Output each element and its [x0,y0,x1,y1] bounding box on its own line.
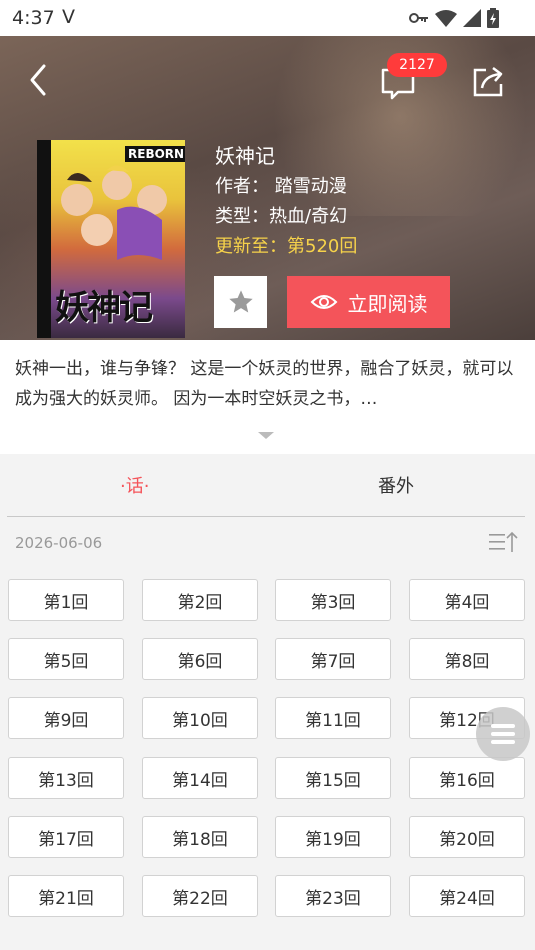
status-icons [409,8,499,28]
episode-button[interactable]: 第6回 [142,638,258,680]
episode-button[interactable]: 第23回 [275,875,391,917]
expand-arrow-icon[interactable] [258,432,274,439]
favorite-button[interactable] [214,276,267,328]
sort-button[interactable] [489,530,519,554]
comic-cover[interactable]: REBORN 妖神记 [37,140,185,338]
comic-genre: 类型：热血/奇幻 [215,206,348,227]
episode-button[interactable]: 第17回 [8,816,124,858]
episode-button[interactable]: 第19回 [275,816,391,858]
episode-button[interactable]: 第10回 [142,697,258,739]
comic-author: 作者： 踏雪动漫 [215,176,347,197]
comic-title: 妖神记 [215,144,275,168]
episode-button[interactable]: 第13回 [8,757,124,799]
episode-button[interactable]: 第22回 [142,875,258,917]
share-button[interactable] [470,64,506,100]
sort-icon [489,531,518,552]
episode-button[interactable]: 第16回 [409,757,525,799]
read-now-button[interactable]: 立即阅读 [287,276,450,328]
comic-update: 更新至：第520回 [215,236,358,257]
tab-extras[interactable]: 番外 [378,472,414,498]
episode-button[interactable]: 第20回 [409,816,525,858]
menu-icon-line [491,724,515,728]
episode-button[interactable]: 第18回 [142,816,258,858]
tab-divider [7,516,525,517]
key-icon [409,13,428,23]
status-time: 4:37 [12,7,55,29]
back-icon [30,64,46,96]
episode-button[interactable]: 第15回 [275,757,391,799]
episode-button[interactable]: 第8回 [409,638,525,680]
floating-menu-button[interactable] [476,707,530,761]
episode-button[interactable]: 第3回 [275,579,391,621]
tab-chapters[interactable]: ·话· [120,472,149,498]
signal-icon [463,9,481,27]
episode-button[interactable]: 第4回 [409,579,525,621]
star-icon [228,290,253,313]
carrier-letter: V [62,6,75,28]
share-icon [473,67,503,97]
comment-count-badge: 2127 [387,53,447,77]
update-date: 2026-06-06 [15,534,103,552]
menu-icon-line [491,740,515,744]
comic-header: 2127 REBORN 妖神记 妖神记 作者： 踏雪动漫 类型：热血/奇幻 更新… [0,36,535,340]
status-bar: 4:37 V [0,0,535,36]
back-button[interactable] [22,62,58,98]
description-text: 妖神一出，谁与争锋？ 这是一个妖灵的世界，融合了妖灵，就可以成为强大的妖灵师。 … [15,359,514,409]
read-now-label: 立即阅读 [347,291,428,316]
episode-button[interactable]: 第21回 [8,875,124,917]
episode-button[interactable]: 第9回 [8,697,124,739]
episode-button[interactable]: 第11回 [275,697,391,739]
episode-button[interactable]: 第5回 [8,638,124,680]
episode-button[interactable]: 第2回 [142,579,258,621]
eye-icon [310,295,337,309]
cover-title: 妖神记 [55,288,153,328]
battery-icon [487,8,499,28]
menu-icon-line [491,732,515,736]
description-panel: 妖神一出，谁与争锋？ 这是一个妖灵的世界，融合了妖灵，就可以成为强大的妖灵师。 … [0,340,535,454]
episode-button[interactable]: 第24回 [409,875,525,917]
episode-button[interactable]: 第1回 [8,579,124,621]
episode-button[interactable]: 第7回 [275,638,391,680]
wifi-icon [435,10,457,27]
episode-button[interactable]: 第14回 [142,757,258,799]
